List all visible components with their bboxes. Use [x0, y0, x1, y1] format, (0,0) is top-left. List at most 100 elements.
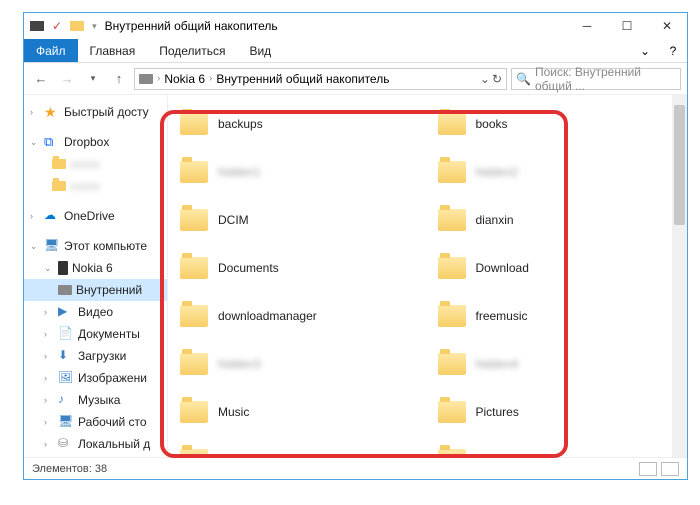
sidebar-quick-access[interactable]: ›★Быстрый досту	[24, 101, 167, 123]
folder-item[interactable]: dianxin	[432, 199, 682, 241]
folder-icon	[180, 257, 208, 279]
up-button[interactable]: ↑	[108, 68, 130, 90]
phone-icon	[58, 261, 68, 275]
folder-item[interactable]: hidden2	[432, 151, 682, 193]
folder-icon	[438, 161, 466, 183]
sidebar-music[interactable]: ›♪Музыка	[24, 389, 167, 411]
folder-item[interactable]: Download	[432, 247, 682, 289]
forward-button[interactable]: →	[56, 68, 78, 90]
sidebar-desktop[interactable]: ›🖥Рабочий сто	[24, 411, 167, 433]
folder-icon	[438, 113, 466, 135]
sidebar-documents[interactable]: ›📄Документы	[24, 323, 167, 345]
video-icon: ▶	[58, 304, 74, 320]
folder-item[interactable]: hidden3	[174, 343, 424, 385]
folder-item[interactable]: downloadmanager	[174, 295, 424, 337]
folder-icon	[180, 305, 208, 327]
sidebar-onedrive[interactable]: ›☁OneDrive	[24, 205, 167, 227]
sidebar-this-pc[interactable]: ⌄🖥Этот компьюте	[24, 235, 167, 257]
search-input[interactable]: 🔍 Поиск: Внутренний общий ...	[511, 68, 681, 90]
chevron-right-icon: ›	[157, 73, 160, 84]
folder-icon	[180, 353, 208, 375]
ribbon-tabs: Файл Главная Поделиться Вид ⌄ ?	[24, 39, 687, 63]
maximize-button[interactable]: ☐	[607, 13, 647, 39]
drive-icon	[58, 285, 72, 295]
qat-properties-icon[interactable]: ✓	[52, 19, 62, 33]
sidebar-downloads[interactable]: ›⬇Загрузки	[24, 345, 167, 367]
sidebar-dropbox-item[interactable]: xxxxx	[24, 175, 167, 197]
view-details-button[interactable]	[639, 462, 657, 476]
qat-dropdown-icon[interactable]: ▾	[92, 21, 97, 32]
sidebar-dropbox[interactable]: ⌄⧉Dropbox	[24, 131, 167, 153]
sidebar-images[interactable]: ›🖼Изображени	[24, 367, 167, 389]
folder-item[interactable]: Pictures	[432, 391, 682, 433]
folder-icon	[180, 401, 208, 423]
breadcrumb-1[interactable]: Nokia 6	[164, 72, 205, 86]
folder-item[interactable]: books	[432, 103, 682, 145]
sidebar-dropbox-item[interactable]: xxxxx	[24, 153, 167, 175]
folder-icon	[52, 159, 66, 169]
sidebar-local-disk[interactable]: ›⛁Локальный д	[24, 433, 167, 455]
folder-item[interactable]: backups	[174, 103, 424, 145]
tab-view[interactable]: Вид	[237, 39, 283, 62]
music-icon: ♪	[58, 392, 74, 408]
sidebar-nokia[interactable]: ⌄Nokia 6	[24, 257, 167, 279]
minimize-button[interactable]: ─	[567, 13, 607, 39]
address-bar[interactable]: › Nokia 6 › Внутренний общий накопитель …	[134, 68, 507, 90]
navbar: ← → ▾ ↑ › Nokia 6 › Внутренний общий нак…	[24, 63, 687, 95]
pc-icon: 🖥	[44, 238, 60, 254]
folder-item[interactable]: hidden4	[432, 343, 682, 385]
onedrive-icon: ☁	[44, 208, 60, 224]
sidebar-video[interactable]: ›▶Видео	[24, 301, 167, 323]
folder-item[interactable]: hidden1	[174, 151, 424, 193]
images-icon: 🖼	[58, 370, 74, 386]
folder-item[interactable]: Repost	[432, 439, 682, 457]
tab-home[interactable]: Главная	[78, 39, 148, 62]
folder-icon	[438, 449, 466, 457]
folder-icon	[180, 113, 208, 135]
folder-item[interactable]: DCIM	[174, 199, 424, 241]
star-icon: ★	[44, 104, 60, 120]
folder-icon	[438, 353, 466, 375]
back-button[interactable]: ←	[30, 68, 52, 90]
statusbar: Элементов: 38	[24, 457, 687, 479]
refresh-icon[interactable]: ↻	[492, 72, 502, 86]
address-dropdown-icon[interactable]: ⌄	[480, 72, 490, 86]
folder-icon	[180, 209, 208, 231]
sidebar-internal-storage[interactable]: Внутренний	[24, 279, 167, 301]
folder-icon	[180, 161, 208, 183]
downloads-icon: ⬇	[58, 348, 74, 364]
item-count: Элементов: 38	[32, 463, 107, 475]
ribbon-expand-button[interactable]: ⌄	[631, 39, 659, 62]
breadcrumb-2[interactable]: Внутренний общий накопитель	[216, 72, 389, 86]
drive-icon	[139, 74, 153, 84]
view-icons-button[interactable]	[661, 462, 679, 476]
qat-folder-icon[interactable]	[70, 21, 84, 31]
folder-item[interactable]: freemusic	[432, 295, 682, 337]
folder-icon	[438, 305, 466, 327]
recent-dropdown[interactable]: ▾	[82, 68, 104, 90]
chevron-right-icon: ›	[209, 73, 212, 84]
tab-file[interactable]: Файл	[24, 39, 78, 62]
dropbox-icon: ⧉	[44, 134, 60, 150]
sidebar: ›★Быстрый досту ⌄⧉Dropbox xxxxx xxxxx ›☁…	[24, 95, 168, 457]
folder-item[interactable]: Playlists	[174, 439, 424, 457]
scrollbar-thumb[interactable]	[674, 105, 685, 225]
folder-icon	[438, 209, 466, 231]
disk-icon: ⛁	[58, 436, 74, 452]
documents-icon: 📄	[58, 326, 74, 342]
desktop-icon: 🖥	[58, 414, 74, 430]
window-title: Внутренний общий накопитель	[105, 19, 278, 33]
explorer-window: ✓ ▾ Внутренний общий накопитель ─ ☐ ✕ Фа…	[23, 12, 688, 480]
search-placeholder: Поиск: Внутренний общий ...	[535, 65, 676, 93]
folder-icon	[438, 401, 466, 423]
folder-item[interactable]: Documents	[174, 247, 424, 289]
help-button[interactable]: ?	[659, 39, 687, 62]
tab-share[interactable]: Поделиться	[147, 39, 237, 62]
folder-icon	[52, 181, 66, 191]
close-button[interactable]: ✕	[647, 13, 687, 39]
titlebar: ✓ ▾ Внутренний общий накопитель ─ ☐ ✕	[24, 13, 687, 39]
qat-save-icon[interactable]	[30, 21, 44, 31]
folder-item[interactable]: Music	[174, 391, 424, 433]
scrollbar[interactable]	[672, 95, 687, 457]
content-area: backups books hidden1 hidden2 DCIM dianx…	[168, 95, 687, 457]
